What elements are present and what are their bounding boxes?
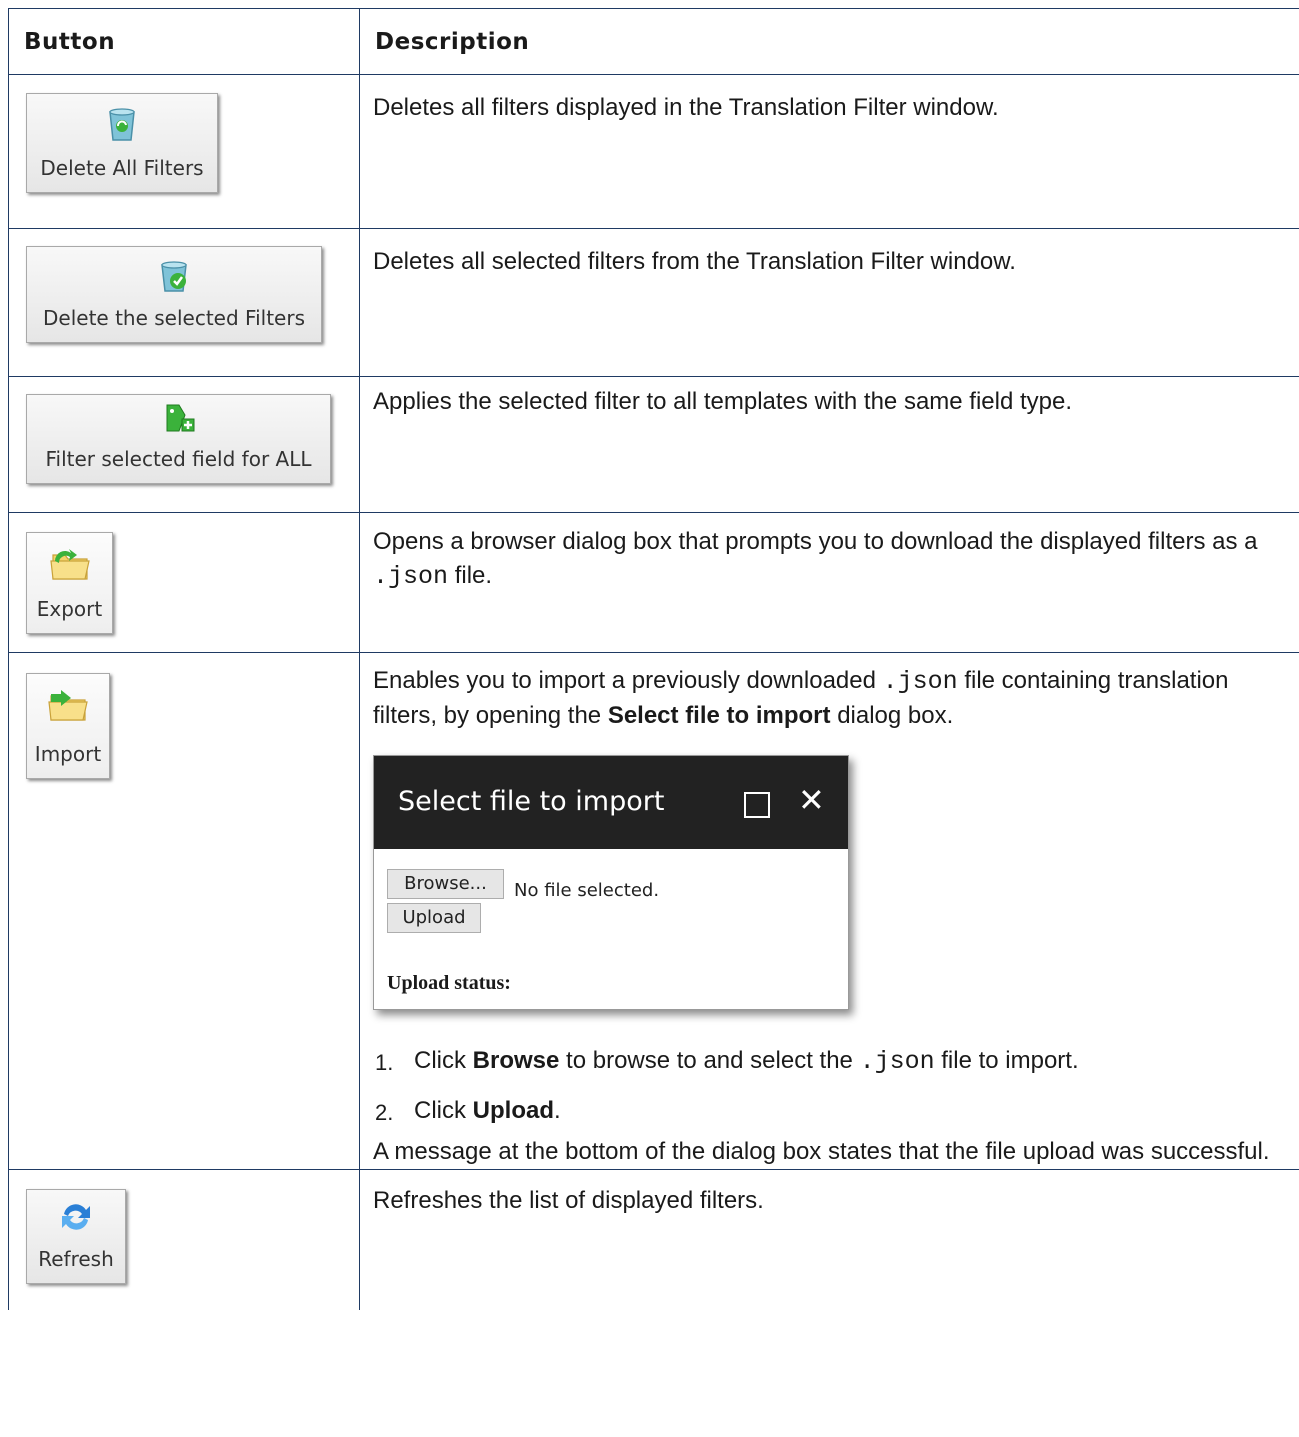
button-label: Filter selected field for ALL (45, 447, 312, 471)
button-label: Export (36, 597, 103, 621)
upload-status-text: Upload status: (387, 972, 511, 994)
browse-button[interactable]: Browse... (387, 869, 504, 899)
description-cell: Enables you to import a previously downl… (359, 652, 1299, 1170)
no-file-selected-text: No file selected. (514, 880, 660, 901)
close-icon[interactable]: ✕ (798, 784, 825, 816)
description-body: Enables you to import a previously downl… (360, 653, 1299, 1169)
filter-selected-field-for-all-button[interactable]: Filter selected field for ALL (26, 394, 331, 484)
folder-export-icon (49, 549, 90, 580)
description-text: Enables you to import a previously downl… (373, 664, 1285, 733)
green-tag-add-icon (166, 404, 194, 432)
header-button: Button (8, 8, 360, 75)
step-post: . (554, 1097, 561, 1124)
description-text: Applies the selected filter to all templ… (373, 388, 1073, 415)
description-text: Deletes all filters displayed in the Tra… (373, 94, 999, 121)
description-pre: Opens a browser dialog box that prompts … (373, 528, 1258, 555)
button-cell: Delete the selected Filters (8, 228, 360, 377)
header-description: Description (359, 8, 1299, 75)
list-item: 2. Click Upload. (373, 1094, 1285, 1128)
description-bold: Select file to import (607, 702, 831, 729)
step-number: 2. (375, 1100, 394, 1125)
button-label: Delete All Filters (40, 156, 204, 180)
steps-list: 1. Click Browse to browse to and select … (373, 1044, 1285, 1128)
description-cell: Opens a browser dialog box that prompts … (359, 512, 1299, 653)
description-pre: Enables you to import a previously downl… (373, 667, 876, 694)
step-bold: Browse (472, 1047, 560, 1074)
upload-status-label: Upload status: (387, 966, 511, 1000)
table-row: Delete the selected Filters Deletes all … (8, 228, 1299, 377)
recycle-bin-check-icon (161, 261, 187, 292)
button-label: Refresh (38, 1247, 114, 1271)
description-post: file. (454, 562, 493, 589)
code-json: .json (859, 1047, 935, 1076)
step-pre: Click (414, 1097, 466, 1124)
dialog-title: Select file to import (398, 786, 665, 817)
code-json: .json (373, 562, 449, 591)
refresh-arrows-icon (62, 1204, 90, 1230)
button-cell: Delete All Filters (8, 74, 360, 229)
table-row: Export Opens a browser dialog box that p… (8, 512, 1299, 653)
maximize-icon[interactable] (744, 792, 770, 818)
table-row: Filter selected field for ALL Applies th… (8, 376, 1299, 513)
step-number: 1. (375, 1050, 394, 1075)
refresh-button[interactable]: Refresh (26, 1189, 126, 1284)
table-row: Refresh Refreshes the list of displayed … (8, 1169, 1299, 1310)
folder-import-icon (48, 690, 88, 721)
description-cell: Applies the selected filter to all templ… (359, 376, 1299, 513)
step-pre: Click (414, 1047, 466, 1074)
button-label: Delete the selected Filters (43, 306, 305, 330)
recycle-bin-icon (109, 108, 135, 141)
step-bold: Upload (472, 1097, 554, 1124)
dialog-titlebar: Select file to import ✕ (374, 756, 848, 849)
description-text: Refreshes the list of displayed filters. (373, 1187, 764, 1214)
description-text: Opens a browser dialog box that prompts … (360, 513, 1299, 594)
list-item: 1. Click Browse to browse to and select … (373, 1044, 1285, 1079)
description-cell: Deletes all filters displayed in the Tra… (359, 74, 1299, 229)
button-cell: Export (8, 512, 360, 653)
import-button[interactable]: Import (26, 673, 110, 779)
description-post: dialog box. (837, 702, 954, 729)
description-text: Deletes all selected filters from the Tr… (373, 248, 1016, 275)
step-post: to browse to and select the (566, 1047, 853, 1074)
description-cell: Refreshes the list of displayed filters. (359, 1169, 1299, 1310)
success-note: A message at the bottom of the dialog bo… (373, 1138, 1270, 1165)
upload-button[interactable]: Upload (387, 903, 481, 933)
table-row: Import Enables you to import a previousl… (8, 652, 1299, 1170)
delete-selected-filters-button[interactable]: Delete the selected Filters (26, 246, 322, 343)
code-json: .json (882, 667, 958, 696)
button-cell: Filter selected field for ALL (8, 376, 360, 513)
button-cell: Import (8, 652, 360, 1170)
table-row: Delete All Filters Deletes all filters d… (8, 74, 1299, 229)
export-button[interactable]: Export (26, 532, 113, 634)
button-cell: Refresh (8, 1169, 360, 1310)
delete-all-filters-button[interactable]: Delete All Filters (26, 93, 218, 193)
select-file-dialog: Select file to import ✕ Browse... No fil… (373, 755, 849, 1010)
button-label: Import (34, 742, 102, 766)
table-header-row: Button Description (8, 8, 1299, 75)
button-description-table: Button Description Delete All Filters De… (8, 8, 1299, 1310)
step-post2: file to import. (941, 1047, 1079, 1074)
description-cell: Deletes all selected filters from the Tr… (359, 228, 1299, 377)
